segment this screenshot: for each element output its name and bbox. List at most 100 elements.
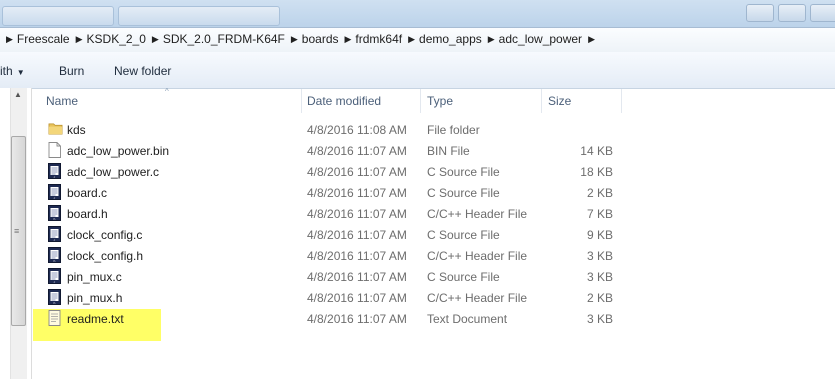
blank-file-icon	[48, 142, 61, 158]
minimize-button[interactable]	[746, 4, 774, 22]
file-row[interactable]: c adc_low_power.c 4/8/2016 11:07 AM C Sourc…	[32, 161, 835, 182]
breadcrumb-separator-icon[interactable]: ▶	[76, 34, 83, 45]
file-type: File folder	[427, 123, 480, 137]
c-file-icon: c	[48, 268, 61, 284]
breadcrumb-separator-icon[interactable]: ▶	[291, 34, 298, 45]
file-type: BIN File	[427, 144, 470, 158]
file-row[interactable]: c clock_config.c 4/8/2016 11:07 AM C Source…	[32, 224, 835, 245]
breadcrumb-item[interactable]: boards	[302, 32, 339, 46]
file-date-modified: 4/8/2016 11:07 AM	[307, 144, 407, 158]
column-header-date-label: Date modified	[307, 94, 382, 108]
breadcrumb-separator-icon[interactable]: ▶	[6, 34, 13, 45]
file-date-modified: 4/8/2016 11:07 AM	[307, 291, 407, 305]
file-row[interactable]: h pin_mux.h 4/8/2016 11:07 AM C/C++ Header …	[32, 287, 835, 308]
command-toolbar: ith ▼ Burn New folder	[0, 52, 835, 89]
column-header-date[interactable]: Date modified	[300, 89, 421, 113]
breadcrumb-separator-icon[interactable]: ▶	[488, 34, 495, 45]
file-type: C/C++ Header File	[427, 207, 528, 221]
file-name: pin_mux.h	[67, 291, 123, 305]
share-with-label: ith	[0, 64, 13, 78]
file-date-modified: 4/8/2016 11:07 AM	[307, 270, 407, 284]
file-date-modified: 4/8/2016 11:07 AM	[307, 312, 407, 326]
file-type: C/C++ Header File	[427, 291, 528, 305]
new-folder-button[interactable]: New folder	[114, 64, 171, 78]
file-size: 9 KB	[586, 228, 613, 242]
column-header-name-label: Name	[46, 94, 79, 108]
file-name: pin_mux.c	[67, 270, 122, 284]
column-header-type-label: Type	[427, 94, 454, 108]
file-row[interactable]: kds 4/8/2016 11:08 AM File folder	[32, 119, 835, 140]
column-header-type[interactable]: Type	[420, 89, 542, 113]
file-name: adc_low_power.c	[67, 165, 160, 179]
file-type: C/C++ Header File	[427, 249, 528, 263]
file-size: 3 KB	[586, 270, 613, 284]
file-name: clock_config.h	[67, 249, 144, 263]
breadcrumb-separator-icon[interactable]: ▶	[408, 34, 415, 45]
file-name: board.c	[67, 186, 108, 200]
scroll-up-arrow-icon[interactable]: ▲	[10, 90, 26, 104]
file-size: 2 KB	[586, 186, 613, 200]
breadcrumb-item[interactable]: KSDK_2_0	[87, 32, 146, 46]
c-file-icon: c	[48, 184, 61, 200]
file-row[interactable]: h board.h 4/8/2016 11:07 AM C/C++ Header Fi…	[32, 203, 835, 224]
file-date-modified: 4/8/2016 11:07 AM	[307, 165, 407, 179]
file-size: 14 KB	[580, 144, 613, 158]
breadcrumb-item[interactable]: Freescale	[17, 32, 70, 46]
folder-icon	[48, 121, 63, 137]
column-header-size-label: Size	[548, 94, 572, 108]
burn-label: Burn	[59, 64, 85, 78]
file-name: adc_low_power.bin	[67, 144, 170, 158]
file-row[interactable]: c board.c 4/8/2016 11:07 AM C Source File 2 …	[32, 182, 835, 203]
breadcrumb-separator-icon[interactable]: ▶	[152, 34, 159, 45]
c-file-icon: c	[48, 226, 61, 242]
file-type: C Source File	[427, 270, 500, 284]
breadcrumb: ▶ Freescale ▶ KSDK_2_0 ▶ SDK_2.0_FRDM-K64F ▶ bo…	[0, 32, 599, 46]
background-tab[interactable]	[2, 6, 114, 26]
file-name: clock_config.c	[67, 228, 143, 242]
address-bar[interactable]: ▶ Freescale ▶ KSDK_2_0 ▶ SDK_2.0_FRDM-K64F ▶ bo…	[0, 27, 835, 53]
h-file-icon: h	[48, 205, 61, 221]
breadcrumb-separator-icon[interactable]: ▶	[588, 34, 595, 45]
new-folder-label: New folder	[114, 64, 172, 78]
file-row[interactable]: c pin_mux.c 4/8/2016 11:07 AM C Source File…	[32, 266, 835, 287]
breadcrumb-item[interactable]: SDK_2.0_FRDM-K64F	[163, 32, 285, 46]
file-date-modified: 4/8/2016 11:07 AM	[307, 228, 407, 242]
breadcrumb-item[interactable]: adc_low_power	[499, 32, 582, 46]
file-row[interactable]: adc_low_power.bin 4/8/2016 11:07 AM BIN Fi…	[32, 140, 835, 161]
svg-text:h: h	[54, 259, 56, 263]
file-row[interactable]: readme.txt 4/8/2016 11:07 AM Text Document…	[32, 308, 835, 329]
burn-button[interactable]: Burn	[59, 64, 84, 78]
file-row[interactable]: h clock_config.h 4/8/2016 11:07 AM C/C++ He…	[32, 245, 835, 266]
column-header-name[interactable]: Name	[39, 89, 302, 113]
breadcrumb-item[interactable]: demo_apps	[419, 32, 482, 46]
file-date-modified: 4/8/2016 11:07 AM	[307, 186, 407, 200]
file-type: Text Document	[427, 312, 508, 326]
file-size: 3 KB	[586, 312, 613, 326]
file-size: 2 KB	[586, 291, 613, 305]
file-type: C Source File	[427, 228, 500, 242]
file-date-modified: 4/8/2016 11:07 AM	[307, 207, 407, 221]
breadcrumb-item[interactable]: frdmk64f	[355, 32, 402, 46]
c-file-icon: c	[48, 163, 61, 179]
share-with-menu[interactable]: ith ▼	[0, 64, 25, 78]
h-file-icon: h	[48, 289, 61, 305]
breadcrumb-separator-icon[interactable]: ▶	[345, 34, 352, 45]
maximize-button[interactable]	[778, 4, 806, 22]
active-tab[interactable]	[118, 6, 280, 26]
close-window-button[interactable]	[810, 4, 835, 22]
svg-text:h: h	[54, 301, 56, 305]
file-name: kds	[67, 123, 86, 137]
file-date-modified: 4/8/2016 11:07 AM	[307, 249, 407, 263]
scrollbar-grip-icon: ≡	[14, 226, 20, 236]
window-title-strip	[0, 0, 835, 27]
svg-text:h: h	[54, 217, 56, 221]
file-size: 3 KB	[586, 249, 613, 263]
chevron-down-icon: ▼	[16, 68, 25, 77]
text-file-icon	[48, 310, 61, 326]
file-name: readme.txt	[67, 312, 124, 326]
file-size: 18 KB	[580, 165, 613, 179]
sort-ascending-icon: ^	[165, 87, 169, 96]
column-header-size[interactable]: Size	[541, 89, 622, 113]
file-date-modified: 4/8/2016 11:08 AM	[307, 123, 407, 137]
h-file-icon: h	[48, 247, 61, 263]
